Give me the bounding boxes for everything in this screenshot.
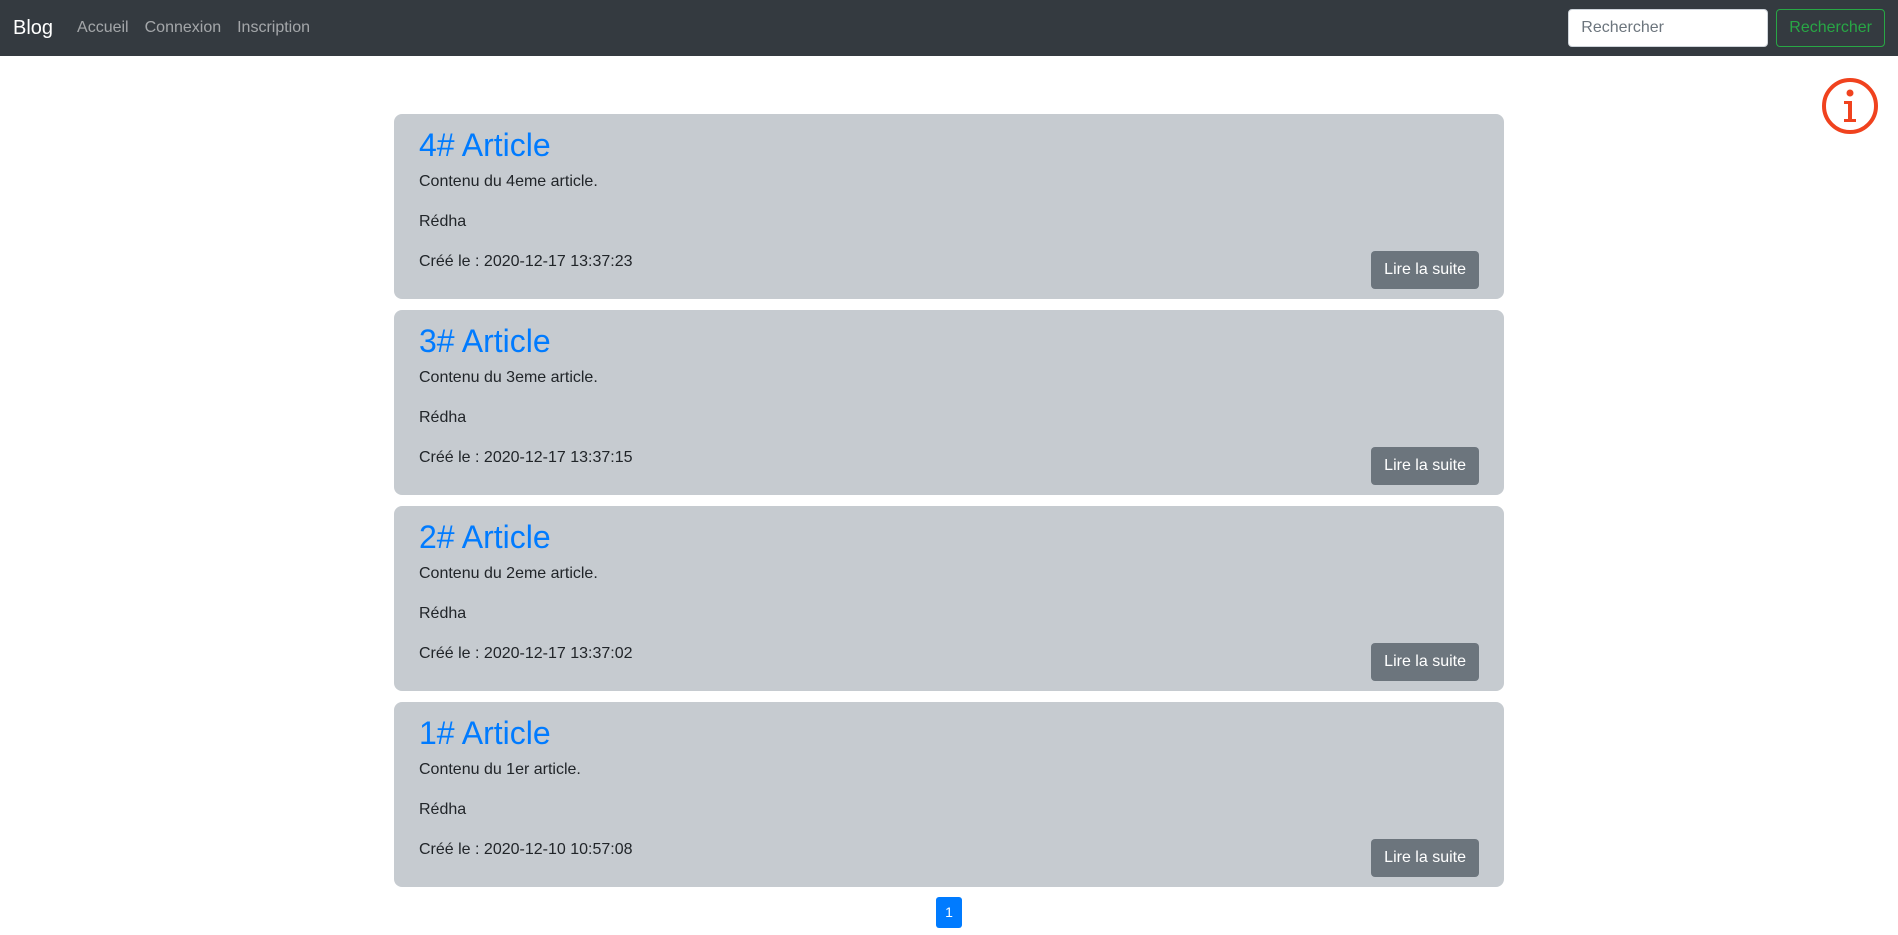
article-content: Contenu du 4eme article. xyxy=(419,173,598,191)
navbar: Blog Accueil Connexion Inscription Reche… xyxy=(0,0,1898,56)
read-more-button[interactable]: Lire la suite xyxy=(1371,447,1479,485)
article-date: Créé le : 2020-12-17 13:37:02 xyxy=(419,645,633,663)
article-author: Rédha xyxy=(419,409,467,427)
nav-link-inscription[interactable]: Inscription xyxy=(237,19,310,37)
article-card: 2# Article Contenu du 2eme article. Rédh… xyxy=(394,506,1504,691)
article-list: 4# Article Contenu du 4eme article. Rédh… xyxy=(394,114,1504,898)
article-card: 4# Article Contenu du 4eme article. Rédh… xyxy=(394,114,1504,299)
article-title: 2# Article xyxy=(419,519,551,555)
article-title: 1# Article xyxy=(419,715,551,751)
nav-link-connexion[interactable]: Connexion xyxy=(145,19,222,37)
article-date: Créé le : 2020-12-10 10:57:08 xyxy=(419,841,633,859)
article-author: Rédha xyxy=(419,213,467,231)
article-title: 4# Article xyxy=(419,127,551,163)
pagination: 1 xyxy=(936,897,962,928)
article-card: 1# Article Contenu du 1er article. Rédha… xyxy=(394,702,1504,887)
brand-link[interactable]: Blog xyxy=(13,17,53,40)
article-date: Créé le : 2020-12-17 13:37:23 xyxy=(419,253,633,271)
info-circle-icon[interactable] xyxy=(1821,77,1879,135)
article-content: Contenu du 2eme article. xyxy=(419,565,598,583)
search-button[interactable]: Rechercher xyxy=(1776,9,1885,47)
search-form: Rechercher xyxy=(1568,9,1885,47)
read-more-button[interactable]: Lire la suite xyxy=(1371,643,1479,681)
nav-link-accueil[interactable]: Accueil xyxy=(77,19,129,37)
page-1-link[interactable]: 1 xyxy=(936,897,962,928)
article-content: Contenu du 1er article. xyxy=(419,761,581,779)
article-date: Créé le : 2020-12-17 13:37:15 xyxy=(419,449,633,467)
article-card: 3# Article Contenu du 3eme article. Rédh… xyxy=(394,310,1504,495)
search-input[interactable] xyxy=(1568,9,1769,47)
read-more-button[interactable]: Lire la suite xyxy=(1371,839,1479,877)
article-title: 3# Article xyxy=(419,323,551,359)
article-author: Rédha xyxy=(419,801,467,819)
read-more-button[interactable]: Lire la suite xyxy=(1371,251,1479,289)
article-author: Rédha xyxy=(419,605,467,623)
article-content: Contenu du 3eme article. xyxy=(419,369,598,387)
